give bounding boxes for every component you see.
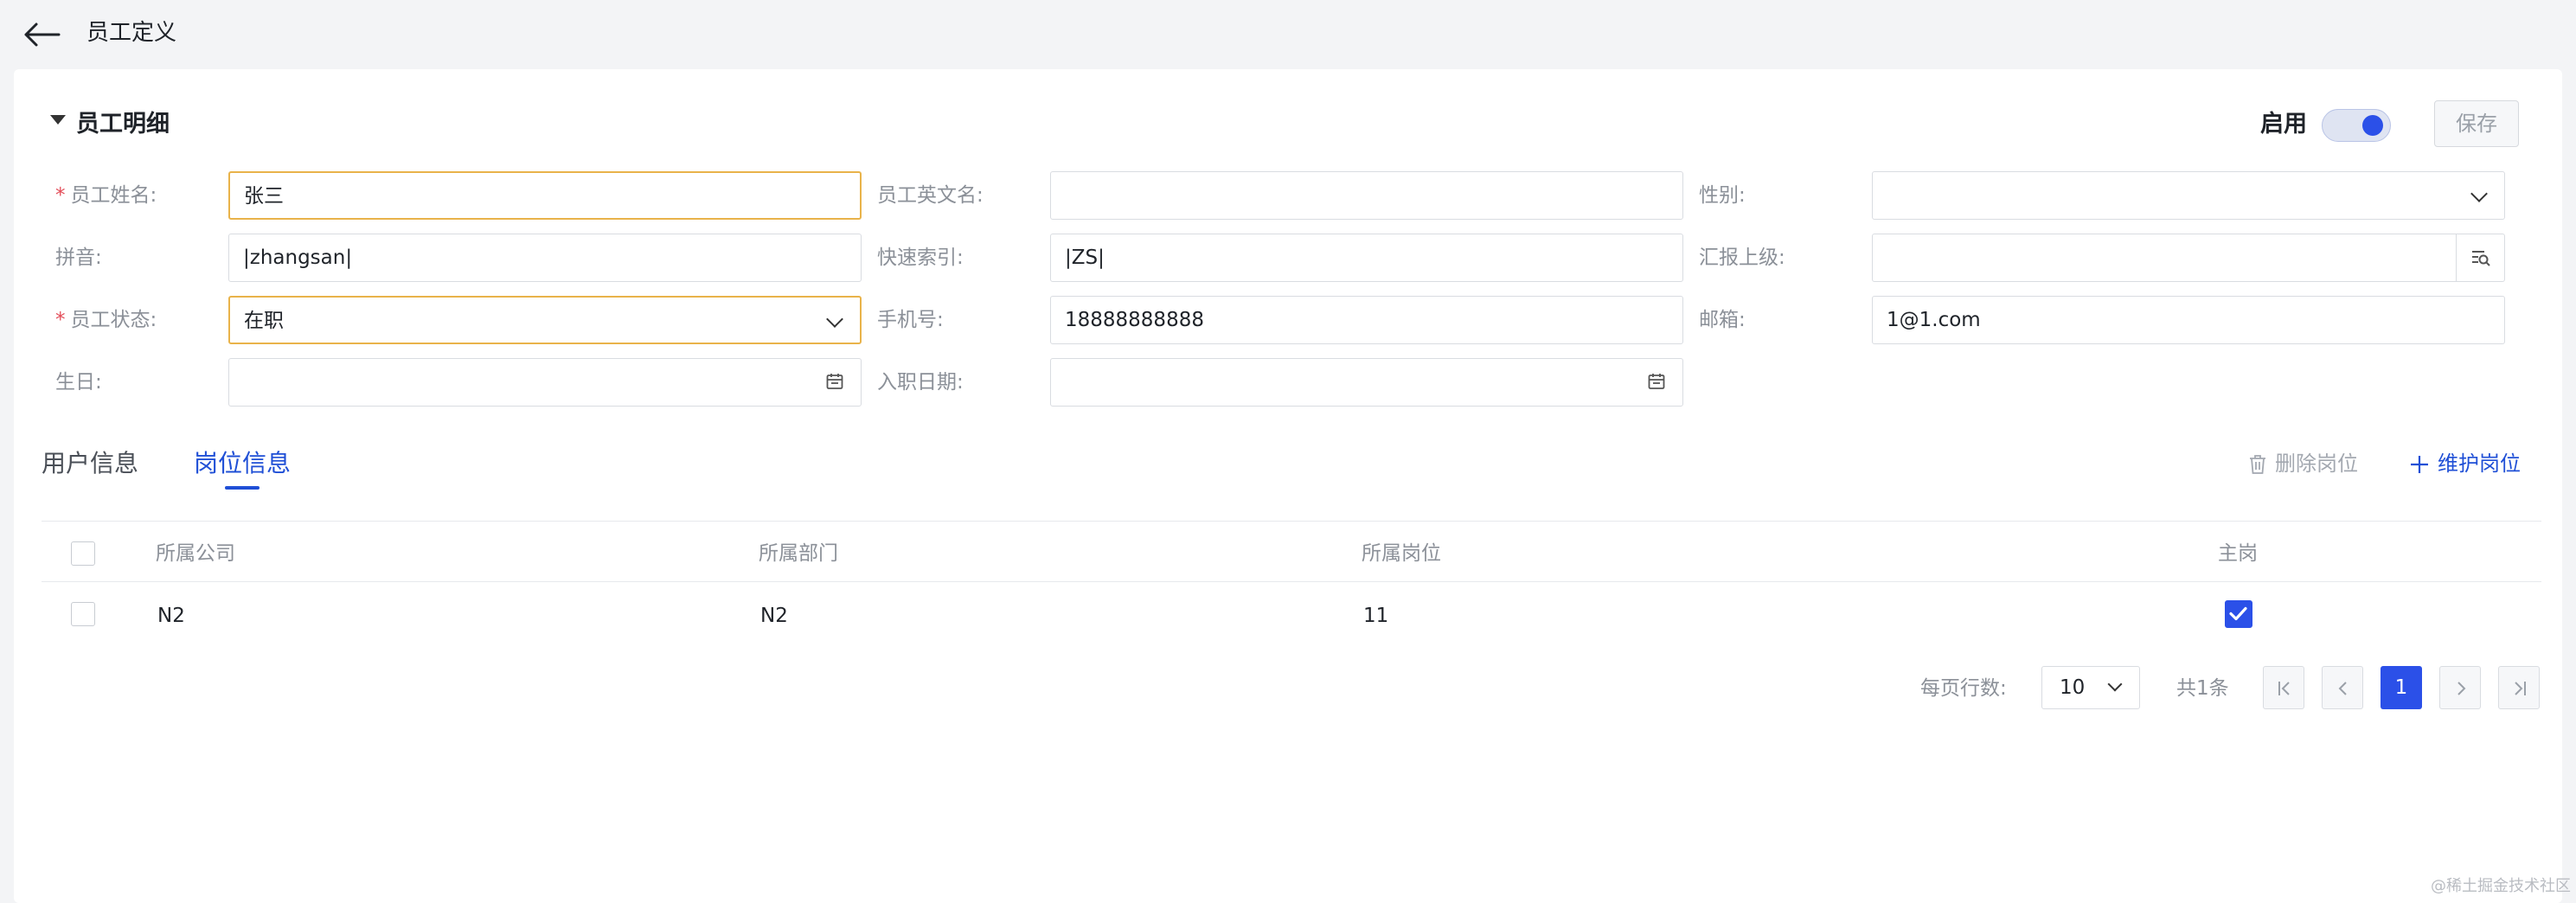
select-all-checkbox[interactable] (71, 541, 95, 566)
lookup-search-icon[interactable] (2456, 234, 2504, 281)
chevron-left-icon (2338, 682, 2347, 695)
superior-label: 汇报上级: (1699, 247, 1785, 269)
column-header-primary: 主岗 (2218, 542, 2258, 565)
chevron-right-icon (2457, 682, 2466, 695)
english-name-label: 员工英文名: (877, 184, 984, 207)
quick-index-label: 快速索引: (877, 247, 964, 269)
section-title: 员工明细 (76, 111, 170, 138)
chevron-down-icon (2470, 185, 2488, 202)
check-icon (2229, 606, 2247, 621)
enable-label: 启用 (2260, 111, 2307, 138)
watermark: @稀土掘金技术社区 (2431, 877, 2571, 895)
primary-post-checkbox[interactable] (2225, 600, 2252, 628)
column-header-company: 所属公司 (156, 542, 235, 565)
next-page-button[interactable] (2439, 666, 2481, 709)
status-select[interactable]: 在职 (228, 296, 862, 344)
total-count: 共1条 (2176, 677, 2229, 700)
pinyin-input[interactable]: |zhangsan| (228, 234, 862, 282)
chevron-down-icon (826, 311, 843, 328)
chevron-down-icon (2107, 676, 2123, 692)
column-header-post: 所属岗位 (1362, 542, 1441, 565)
gender-label: 性别: (1699, 184, 1746, 207)
tab-user-info[interactable]: 用户信息 (42, 446, 138, 481)
hire-date-label: 入职日期: (877, 371, 964, 394)
english-name-input[interactable] (1050, 171, 1683, 220)
calendar-icon[interactable] (1648, 373, 1665, 390)
first-page-button[interactable] (2263, 666, 2304, 709)
collapse-caret-icon[interactable] (50, 115, 66, 125)
delete-post-button[interactable]: 删除岗位 (2249, 446, 2358, 481)
gender-select[interactable] (1872, 171, 2505, 220)
status-label: * 员工状态: (55, 309, 157, 331)
last-page-button[interactable] (2498, 666, 2540, 709)
required-mark: * (55, 309, 66, 331)
save-button[interactable]: 保存 (2434, 100, 2519, 147)
page-size-select[interactable]: 10 (2041, 666, 2140, 709)
superior-lookup-input[interactable] (1872, 234, 2505, 282)
phone-label: 手机号: (877, 309, 944, 331)
cell-post: 11 (1363, 605, 1389, 627)
prev-page-button[interactable] (2322, 666, 2363, 709)
phone-input[interactable]: 18888888888 (1050, 296, 1683, 344)
back-arrow-icon[interactable] (21, 19, 62, 50)
hire-date-input[interactable] (1050, 358, 1683, 407)
toggle-knob (2362, 115, 2383, 136)
name-label: * 员工姓名: (55, 184, 157, 207)
active-tab-indicator (225, 486, 260, 490)
plus-icon (2411, 456, 2428, 473)
row-checkbox[interactable] (71, 602, 95, 626)
name-input[interactable]: 张三 (228, 171, 862, 220)
email-label: 邮箱: (1699, 309, 1746, 331)
email-input[interactable]: 1@1.com (1872, 296, 2505, 344)
trash-icon (2250, 455, 2265, 474)
cell-department: N2 (760, 605, 788, 627)
page-button-current[interactable]: 1 (2381, 666, 2422, 709)
maintain-post-button[interactable]: 维护岗位 (2410, 446, 2521, 481)
birthday-date-input[interactable] (228, 358, 862, 407)
last-page-icon (2515, 682, 2526, 695)
pinyin-label: 拼音: (55, 247, 102, 269)
table-top-border (42, 521, 2541, 522)
birthday-label: 生日: (55, 371, 102, 394)
calendar-icon[interactable] (826, 373, 843, 390)
page-title: 员工定义 (87, 20, 177, 46)
required-mark: * (55, 184, 66, 207)
quick-index-input[interactable]: |ZS| (1050, 234, 1683, 282)
cell-company: N2 (157, 605, 185, 627)
rows-per-page-label: 每页行数: (1920, 677, 2007, 700)
column-header-department: 所属部门 (759, 542, 838, 565)
first-page-icon (2278, 682, 2290, 695)
tab-post-info[interactable]: 岗位信息 (194, 446, 291, 481)
enable-toggle[interactable] (2322, 109, 2391, 142)
table-header-border (42, 581, 2541, 582)
